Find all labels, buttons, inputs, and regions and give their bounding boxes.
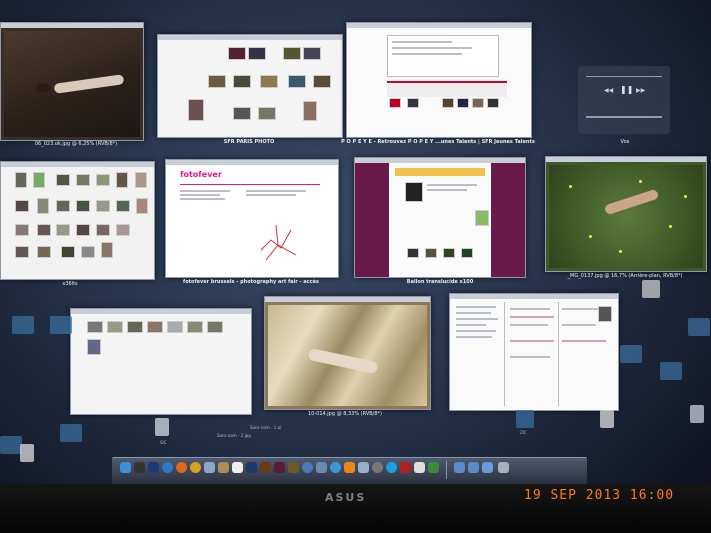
window-fotofever[interactable]: fotofever — [165, 159, 339, 278]
image-preview — [268, 305, 427, 406]
window-photoshop-10-014[interactable] — [264, 296, 431, 410]
illustrator-icon[interactable] — [260, 462, 271, 473]
window-photoshop-06-023[interactable] — [0, 22, 144, 141]
preview-icon[interactable] — [358, 462, 369, 473]
mission-control-icon[interactable] — [148, 462, 159, 473]
app-store-icon[interactable] — [330, 462, 341, 473]
photoshop-icon[interactable] — [246, 462, 257, 473]
desktop-label-sic: SIC — [160, 440, 167, 445]
desktop-label-zic: ZIC — [520, 430, 527, 435]
play-pause-icon[interactable]: ❚❚ — [620, 86, 633, 94]
window-sfr-paris-photo[interactable] — [157, 34, 343, 138]
window-caption-5: fotofever brussels - photography art fai… — [183, 279, 319, 285]
window-finder-x36lts[interactable] — [0, 161, 155, 280]
window-caption-4: x36lts — [62, 281, 78, 287]
desktop-label-sans-nom-2: Sans nom - 2.jpg — [217, 433, 251, 438]
downloads-stack-icon[interactable] — [482, 462, 493, 473]
window-text-lists[interactable] — [449, 293, 619, 411]
textedit-icon[interactable] — [414, 462, 425, 473]
window-caption-6: Ballon translucide x100 — [406, 279, 474, 285]
folder-stack-icon[interactable] — [468, 462, 479, 473]
window-caption-3: P O P E Y E - Retrouvez P O P E Y ...une… — [341, 139, 535, 145]
fotofever-logo: fotofever — [180, 170, 222, 179]
monitor-brand-logo: ASUS — [325, 491, 367, 504]
image-preview — [4, 31, 140, 137]
desktop-folder-icon[interactable] — [50, 316, 72, 334]
desktop-folder-icon[interactable] — [516, 410, 534, 428]
system-preferences-icon[interactable] — [372, 462, 383, 473]
window-finder-gallery[interactable] — [70, 308, 252, 415]
window-caption-7: _MG_0137.jpg @ 16,7% (Arrière-plan, RVB/… — [567, 273, 683, 279]
desktop-file-icon[interactable] — [690, 405, 704, 423]
desktop-folder-icon[interactable] — [660, 362, 682, 380]
window-photoshop-mg-0137[interactable] — [545, 156, 707, 272]
bridge-icon[interactable] — [288, 462, 299, 473]
finder-icon[interactable] — [120, 462, 131, 473]
window-vox-player[interactable]: ❚❚ ◀◀ ▶▶ — [578, 66, 670, 134]
rewind-icon[interactable]: ◀◀ — [604, 87, 613, 94]
mission-control-screen: 06_023.ok.jpg @ 6,25% (RVB/8*) SFR PARIS… — [0, 0, 711, 533]
camera-date-stamp: 19 SEP 2013 16:00 — [524, 488, 675, 503]
safari-icon[interactable] — [162, 462, 173, 473]
indesign-icon[interactable] — [274, 462, 285, 473]
window-popeye[interactable] — [346, 22, 532, 138]
itunes-icon[interactable] — [302, 462, 313, 473]
desktop-folder-icon[interactable] — [12, 316, 34, 334]
map-graphic — [260, 224, 297, 261]
filezilla-icon[interactable] — [400, 462, 411, 473]
desktop-file-icon[interactable] — [20, 444, 34, 462]
firefox-icon[interactable] — [176, 462, 187, 473]
desktop-file-icon[interactable] — [600, 410, 614, 428]
skype-icon[interactable] — [386, 462, 397, 473]
window-ballon-translucide[interactable] — [354, 157, 526, 278]
trash-icon[interactable] — [498, 462, 509, 473]
vox-icon[interactable] — [428, 462, 439, 473]
dock — [112, 457, 587, 484]
desktop-file-icon[interactable] — [642, 280, 660, 298]
calendar-icon[interactable] — [232, 462, 243, 473]
window-caption-vox: Vox — [620, 139, 630, 145]
forward-icon[interactable]: ▶▶ — [636, 87, 645, 94]
iphoto-icon[interactable] — [316, 462, 327, 473]
folder-stack-icon[interactable] — [454, 462, 465, 473]
dashboard-icon[interactable] — [134, 462, 145, 473]
desktop-label-sans-nom-1: Sans nom - 1.ai — [250, 425, 282, 430]
desktop-folder-icon[interactable] — [60, 424, 82, 442]
desktop-folder-icon[interactable] — [620, 345, 642, 363]
chrome-icon[interactable] — [190, 462, 201, 473]
window-caption-1: 06_023.ok.jpg @ 6,25% (RVB/8*) — [34, 141, 118, 147]
vlc-icon[interactable] — [344, 462, 355, 473]
desktop-folder-icon[interactable] — [0, 436, 22, 454]
window-caption-2: SFR PARIS PHOTO — [223, 139, 275, 145]
contacts-icon[interactable] — [218, 462, 229, 473]
image-preview — [549, 165, 703, 268]
window-caption-9: 10-014.jpg @ 8,33% (RVB/8*) — [307, 411, 382, 417]
desktop-file-icon[interactable] — [155, 418, 169, 436]
mail-icon[interactable] — [204, 462, 215, 473]
desktop-folder-icon[interactable] — [688, 318, 710, 336]
